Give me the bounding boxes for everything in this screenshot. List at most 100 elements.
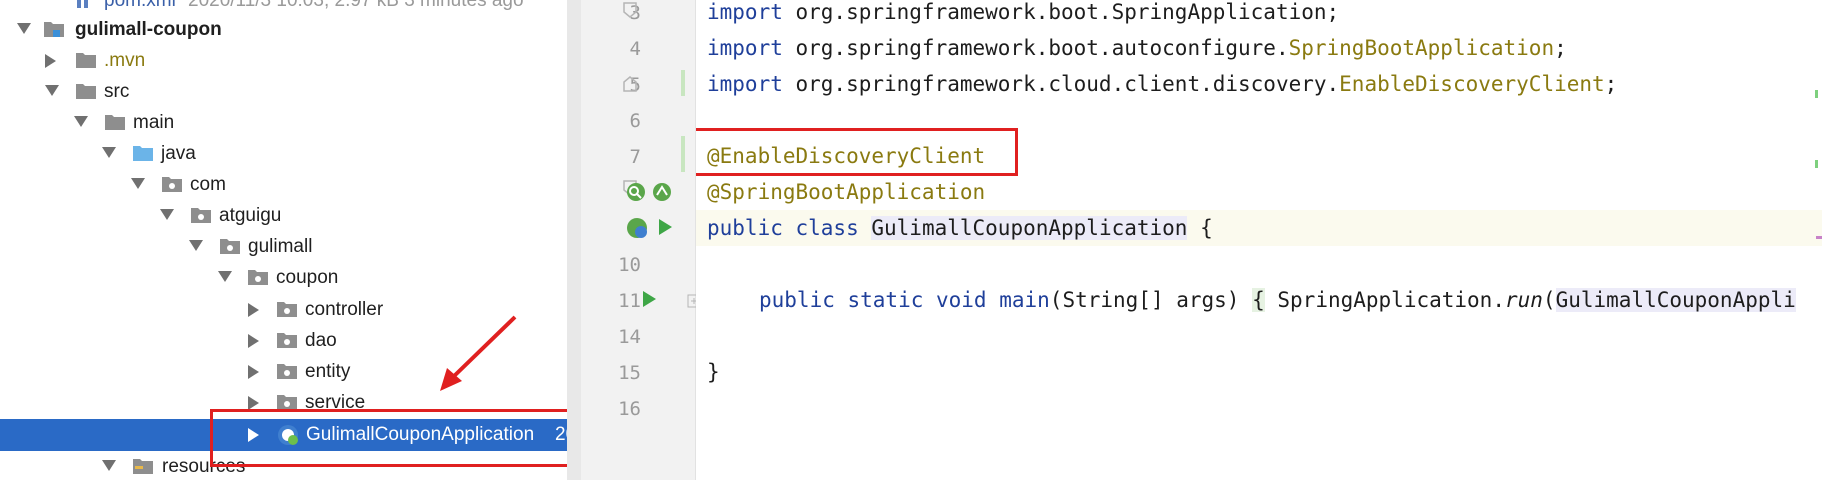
chevron-down-icon[interactable] bbox=[160, 209, 174, 220]
code-text: ; bbox=[1554, 36, 1567, 60]
tree-row-controller[interactable]: controller bbox=[0, 294, 567, 325]
code-keyword: import bbox=[707, 36, 783, 60]
tree-row-gulimall-coupon[interactable]: gulimall-coupon bbox=[0, 14, 567, 45]
code-method-call: run bbox=[1504, 288, 1543, 312]
package-icon bbox=[277, 333, 297, 348]
code-line-8: @SpringBootApplication bbox=[707, 180, 985, 204]
chevron-down-icon[interactable] bbox=[17, 23, 31, 34]
tree-row-com[interactable]: com bbox=[0, 169, 567, 200]
run-icon[interactable] bbox=[657, 218, 673, 236]
scroll-marker bbox=[1815, 90, 1818, 98]
code-class-name: GulimallCouponApplication bbox=[871, 216, 1188, 240]
code-text: org.springframework.cloud.client.discove… bbox=[782, 72, 1340, 96]
tree-row-src[interactable]: src bbox=[0, 76, 567, 107]
maven-file-icon bbox=[77, 0, 88, 8]
spring-config-icon[interactable] bbox=[651, 181, 673, 203]
tree-row-dao[interactable]: dao bbox=[0, 325, 567, 356]
tree-row-label: pom.xml bbox=[104, 0, 176, 11]
vcs-change-marker bbox=[681, 70, 685, 96]
highlight-box-annotation bbox=[696, 128, 1018, 176]
tree-row-label: src bbox=[104, 81, 130, 102]
code-line-5: import org.springframework.cloud.client.… bbox=[707, 72, 1617, 96]
tree-row-atguigu[interactable]: atguigu bbox=[0, 200, 567, 231]
folder-icon bbox=[76, 84, 96, 99]
code-text: (String[] args) bbox=[1049, 288, 1253, 312]
editor-gutter: 3 4 5 6 7 8 9 10 11 14 15 16 bbox=[581, 0, 701, 480]
package-icon bbox=[220, 239, 240, 254]
chevron-down-icon[interactable] bbox=[102, 147, 116, 158]
line-number: 14 bbox=[618, 326, 641, 348]
chevron-right-icon[interactable] bbox=[248, 334, 259, 348]
tree-row-mvn[interactable]: .mvn bbox=[0, 45, 567, 76]
code-keyword: public static void bbox=[759, 288, 1000, 312]
fold-icon[interactable] bbox=[623, 76, 637, 92]
code-class-ref: SpringBootApplication bbox=[1288, 36, 1555, 60]
spring-boot-app-icon[interactable] bbox=[625, 216, 649, 240]
tree-row-label: .mvn bbox=[104, 50, 146, 71]
file-meta: 2020/11/3 10:03, 2.97 kB 3 minutes ago bbox=[188, 0, 524, 11]
tree-row-entity[interactable]: entity bbox=[0, 356, 567, 387]
code-editor[interactable]: import org.springframework.boot.SpringAp… bbox=[696, 0, 1822, 480]
chevron-down-icon[interactable] bbox=[45, 85, 59, 96]
tree-row-label: java bbox=[161, 143, 196, 164]
chevron-down-icon[interactable] bbox=[218, 271, 232, 282]
package-icon bbox=[162, 177, 182, 192]
folder-icon bbox=[105, 115, 125, 130]
fold-icon[interactable] bbox=[623, 2, 637, 18]
tree-row-main[interactable]: main bbox=[0, 107, 567, 138]
line-number: 16 bbox=[618, 398, 641, 420]
code-line-3: import org.springframework.boot.SpringAp… bbox=[707, 0, 1339, 24]
line-number: 15 bbox=[618, 362, 641, 384]
code-annotation: @SpringBootApplication bbox=[707, 180, 986, 204]
line-number: 7 bbox=[629, 146, 641, 168]
package-icon bbox=[191, 208, 211, 223]
code-text: { bbox=[1187, 216, 1213, 240]
chevron-down-icon[interactable] bbox=[74, 116, 88, 127]
run-icon[interactable] bbox=[641, 290, 657, 308]
tree-row-label: gulimall-coupon bbox=[75, 19, 222, 40]
code-text: org.springframework.boot.autoconfigure. bbox=[782, 36, 1289, 60]
code-text: org.springframework.boot.SpringApplicati… bbox=[782, 0, 1340, 24]
code-keyword: import bbox=[707, 72, 783, 96]
tree-row-label: dao bbox=[305, 330, 337, 351]
tree-row-label: gulimall bbox=[248, 236, 313, 257]
tree-row-label: com bbox=[190, 174, 226, 195]
scroll-marker bbox=[1816, 236, 1822, 239]
line-number: 10 bbox=[618, 254, 641, 276]
tree-row-label: coupon bbox=[276, 267, 339, 288]
module-folder-icon bbox=[44, 22, 64, 37]
code-text: ( bbox=[1542, 288, 1556, 312]
package-icon bbox=[277, 364, 297, 379]
tree-row-label: atguigu bbox=[219, 205, 282, 226]
tree-scrollbar[interactable] bbox=[567, 0, 581, 480]
source-folder-icon bbox=[133, 146, 153, 161]
folder-icon bbox=[76, 53, 96, 68]
code-line-9: public class GulimallCouponApplication { bbox=[707, 216, 1213, 240]
tree-row-label: controller bbox=[305, 299, 384, 320]
tree-row-gulimall[interactable]: gulimall bbox=[0, 231, 567, 262]
line-number: 11 bbox=[618, 290, 641, 312]
chevron-down-icon[interactable] bbox=[131, 178, 145, 189]
chevron-right-icon[interactable] bbox=[45, 54, 56, 68]
package-icon bbox=[248, 270, 268, 285]
tree-row-java[interactable]: java bbox=[0, 138, 567, 169]
line-number: 4 bbox=[629, 38, 641, 60]
chevron-down-icon[interactable] bbox=[102, 460, 116, 471]
code-text: ; bbox=[1604, 72, 1618, 96]
highlight-box-application bbox=[210, 409, 567, 467]
project-tree: pom.xml 2020/11/3 10:03, 2.97 kB 3 minut… bbox=[0, 0, 567, 480]
chevron-down-icon[interactable] bbox=[189, 240, 203, 251]
chevron-right-icon[interactable] bbox=[248, 365, 259, 379]
code-line-4: import org.springframework.boot.autoconf… bbox=[707, 36, 1567, 60]
vcs-change-marker bbox=[681, 136, 685, 172]
package-icon bbox=[277, 302, 297, 317]
code-folded-brace[interactable]: { bbox=[1252, 288, 1265, 312]
tree-row-coupon[interactable]: coupon bbox=[0, 262, 567, 293]
code-keyword: import bbox=[707, 0, 783, 24]
chevron-right-icon[interactable] bbox=[248, 303, 259, 317]
code-class-ref: EnableDiscoveryClient bbox=[1339, 72, 1605, 96]
chevron-right-icon[interactable] bbox=[248, 396, 259, 410]
bean-search-icon[interactable] bbox=[625, 181, 647, 203]
line-number: 6 bbox=[629, 110, 641, 132]
code-line-15: } bbox=[707, 360, 720, 384]
